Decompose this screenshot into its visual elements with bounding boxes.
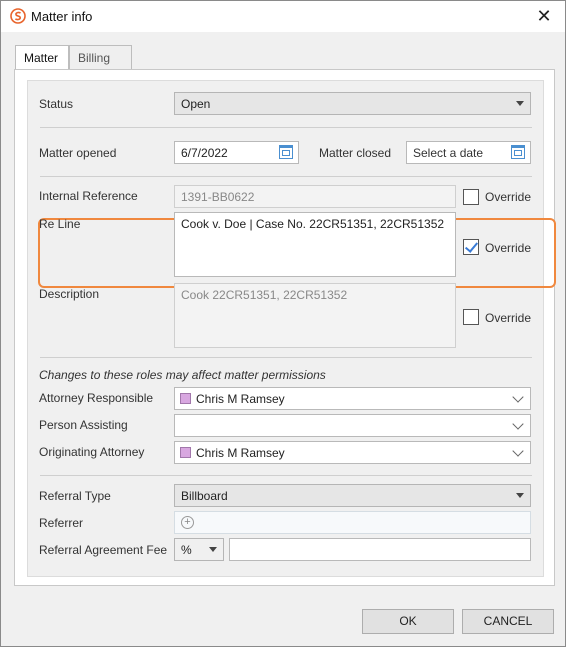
originating-attorney-label: Originating Attorney — [39, 445, 145, 459]
add-icon[interactable]: + — [181, 516, 194, 529]
description-label: Description — [39, 287, 100, 301]
person-color-swatch — [180, 393, 191, 404]
re-line-value: Cook v. Doe | Case No. 22CR51351, 22CR51… — [181, 217, 445, 231]
tab-matter[interactable]: Matter — [15, 45, 69, 71]
referral-type-value: Billboard — [181, 489, 228, 503]
chevron-down-icon — [512, 445, 524, 457]
matter-form: Status Open Matter opened 6/7/2022 Matte… — [27, 80, 556, 577]
referral-type-select[interactable]: Billboard — [174, 484, 531, 507]
dropdown-arrow-icon — [516, 493, 524, 498]
app-logo-icon — [10, 8, 26, 24]
attorney-responsible-label: Attorney Responsible — [39, 391, 154, 405]
referral-fee-unit-select[interactable]: % — [174, 538, 224, 561]
attorney-responsible-select[interactable]: Chris M Ramsey — [174, 387, 531, 410]
attorney-responsible-value: Chris M Ramsey — [196, 392, 285, 406]
divider — [40, 357, 532, 358]
referral-type-label: Referral Type — [39, 489, 111, 503]
override-label: Override — [485, 241, 532, 255]
cancel-button[interactable]: CANCEL — [462, 609, 554, 634]
calendar-icon[interactable] — [511, 145, 525, 159]
description-override-checkbox[interactable] — [463, 309, 479, 325]
matter-closed-placeholder: Select a date — [413, 146, 484, 160]
internal-reference-value: 1391-BB0622 — [181, 190, 255, 204]
matter-opened-label: Matter opened — [39, 146, 117, 160]
matter-info-dialog: Matter info ✕ Matter Billing Status Open… — [0, 0, 566, 647]
referrer-label: Referrer — [39, 516, 84, 530]
calendar-icon[interactable] — [279, 145, 293, 159]
dropdown-arrow-icon — [209, 547, 217, 552]
person-assisting-label: Person Assisting — [39, 418, 128, 432]
description-value: Cook 22CR51351, 22CR51352 — [181, 288, 348, 302]
divider — [40, 127, 532, 128]
divider — [40, 176, 532, 177]
referral-fee-unit-value: % — [181, 543, 192, 557]
matter-opened-value: 6/7/2022 — [181, 146, 228, 160]
re-line-label: Re Line — [39, 217, 81, 231]
status-select[interactable]: Open — [174, 92, 531, 115]
matter-opened-date-field[interactable]: 6/7/2022 — [174, 141, 299, 164]
override-label: Override — [485, 311, 532, 325]
chevron-down-icon — [512, 418, 524, 430]
window-title: Matter info — [31, 9, 93, 24]
ok-button[interactable]: OK — [362, 609, 454, 634]
person-color-swatch — [180, 447, 191, 458]
override-label: Override — [485, 190, 532, 204]
originating-attorney-value: Chris M Ramsey — [196, 446, 285, 460]
tab-billing[interactable]: Billing — [69, 45, 132, 70]
referral-fee-input[interactable] — [229, 538, 531, 561]
internal-reference-field: 1391-BB0622 — [174, 185, 456, 208]
roles-note: Changes to these roles may affect matter… — [39, 368, 326, 382]
title-bar: Matter info ✕ — [1, 1, 565, 32]
matter-closed-label: Matter closed — [319, 146, 392, 160]
person-assisting-select[interactable] — [174, 414, 531, 437]
status-value: Open — [181, 97, 211, 111]
matter-closed-date-field[interactable]: Select a date — [406, 141, 531, 164]
referrer-field[interactable]: + — [174, 511, 531, 534]
description-textarea: Cook 22CR51351, 22CR51352 — [174, 283, 456, 348]
divider — [40, 475, 532, 476]
internal-reference-override-checkbox[interactable] — [463, 189, 479, 205]
close-icon[interactable]: ✕ — [531, 4, 557, 28]
matter-tab-panel: Status Open Matter opened 6/7/2022 Matte… — [14, 69, 556, 586]
originating-attorney-select[interactable]: Chris M Ramsey — [174, 441, 531, 464]
status-label: Status — [39, 97, 74, 111]
internal-reference-label: Internal Reference — [39, 189, 138, 203]
re-line-textarea[interactable]: Cook v. Doe | Case No. 22CR51351, 22CR51… — [174, 212, 456, 277]
referral-fee-label: Referral Agreement Fee — [39, 543, 168, 557]
chevron-down-icon — [512, 391, 524, 403]
dropdown-arrow-icon — [516, 101, 524, 106]
re-line-override-checkbox[interactable] — [463, 239, 479, 255]
